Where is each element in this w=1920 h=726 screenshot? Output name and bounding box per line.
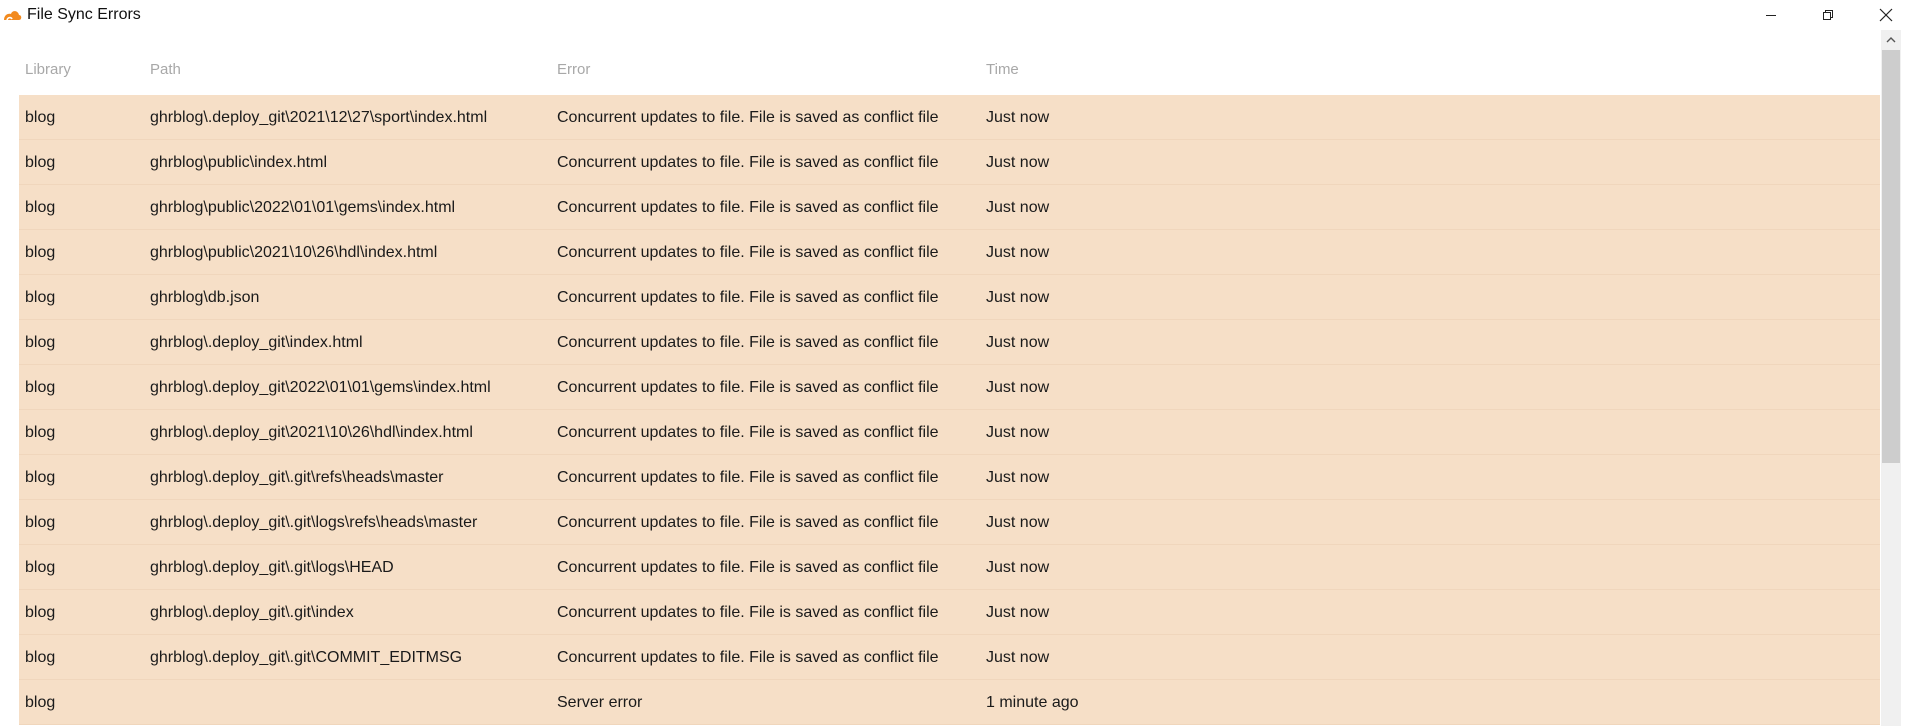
scroll-up-button[interactable] bbox=[1881, 30, 1901, 50]
table-header: Library Path Error Time bbox=[19, 57, 1880, 95]
path-cell: ghrblog\public\2022\01\01\gems\index.htm… bbox=[150, 199, 456, 216]
time-cell: Just now bbox=[986, 469, 1050, 486]
error-cell: Concurrent updates to file. File is save… bbox=[557, 424, 939, 441]
time-cell: 1 minute ago bbox=[986, 694, 1079, 711]
path-cell: ghrblog\public\2021\10\26\hdl\index.html bbox=[150, 244, 438, 261]
path-cell: ghrblog\public\index.html bbox=[150, 154, 327, 171]
scroll-thumb[interactable] bbox=[1882, 50, 1900, 463]
path-cell: ghrblog\.deploy_git\.git\index bbox=[150, 604, 354, 621]
time-cell: Just now bbox=[986, 244, 1050, 261]
vertical-scrollbar[interactable] bbox=[1881, 30, 1901, 726]
path-cell: ghrblog\db.json bbox=[150, 289, 260, 306]
table-row[interactable]: blog ghrblog\.deploy_git\2022\01\01\gems… bbox=[19, 365, 1880, 410]
path-cell: ghrblog\.deploy_git\.git\logs\refs\heads… bbox=[150, 514, 478, 531]
table-row[interactable]: blog ghrblog\.deploy_git\.git\logs\HEAD … bbox=[19, 545, 1880, 590]
time-cell: Just now bbox=[986, 424, 1050, 441]
column-header-time[interactable]: Time bbox=[986, 61, 1019, 78]
error-cell: Concurrent updates to file. File is save… bbox=[557, 289, 939, 306]
library-cell: blog bbox=[25, 109, 56, 126]
error-cell: Concurrent updates to file. File is save… bbox=[557, 334, 939, 351]
table-row[interactable]: blog Server error 1 minute ago bbox=[19, 680, 1880, 725]
close-icon bbox=[1879, 8, 1893, 22]
library-cell: blog bbox=[25, 559, 56, 576]
path-cell: ghrblog\.deploy_git\2021\10\26\hdl\index… bbox=[150, 424, 473, 441]
table-row[interactable]: blog ghrblog\public\2022\01\01\gems\inde… bbox=[19, 185, 1880, 230]
table-row[interactable]: blog ghrblog\.deploy_git\2021\10\26\hdl\… bbox=[19, 410, 1880, 455]
path-cell: ghrblog\.deploy_git\.git\logs\HEAD bbox=[150, 559, 394, 576]
library-cell: blog bbox=[25, 694, 56, 711]
library-cell: blog bbox=[25, 469, 56, 486]
seafile-cloud-icon bbox=[3, 8, 23, 22]
window-title: File Sync Errors bbox=[27, 6, 141, 23]
error-cell: Concurrent updates to file. File is save… bbox=[557, 559, 939, 576]
error-cell: Concurrent updates to file. File is save… bbox=[557, 154, 939, 171]
file-sync-errors-window: File Sync Errors Library Path Error Time bbox=[0, 0, 1920, 726]
path-cell: ghrblog\.deploy_git\2021\12\27\sport\ind… bbox=[150, 109, 488, 126]
path-cell: ghrblog\.deploy_git\.git\COMMIT_EDITMSG bbox=[150, 649, 463, 666]
table-row[interactable]: blog ghrblog\.deploy_git\index.html Conc… bbox=[19, 320, 1880, 365]
scroll-up-arrow-icon bbox=[1886, 37, 1896, 43]
table-row[interactable]: blog ghrblog\.deploy_git\.git\refs\heads… bbox=[19, 455, 1880, 500]
time-cell: Just now bbox=[986, 154, 1050, 171]
table-row[interactable]: blog ghrblog\.deploy_git\.git\index Conc… bbox=[19, 590, 1880, 635]
library-cell: blog bbox=[25, 649, 56, 666]
library-cell: blog bbox=[25, 154, 56, 171]
time-cell: Just now bbox=[986, 334, 1050, 351]
time-cell: Just now bbox=[986, 379, 1050, 396]
error-cell: Concurrent updates to file. File is save… bbox=[557, 469, 939, 486]
time-cell: Just now bbox=[986, 199, 1050, 216]
error-cell: Concurrent updates to file. File is save… bbox=[557, 244, 939, 261]
column-header-library[interactable]: Library bbox=[25, 61, 71, 78]
time-cell: Just now bbox=[986, 109, 1050, 126]
library-cell: blog bbox=[25, 334, 56, 351]
library-cell: blog bbox=[25, 604, 56, 621]
table-row[interactable]: blog ghrblog\public\index.html Concurren… bbox=[19, 140, 1880, 185]
maximize-button[interactable] bbox=[1803, 0, 1853, 30]
title-bar[interactable]: File Sync Errors bbox=[0, 0, 1920, 30]
restore-icon bbox=[1823, 10, 1833, 20]
table-row[interactable]: blog ghrblog\.deploy_git\2021\12\27\spor… bbox=[19, 95, 1880, 140]
library-cell: blog bbox=[25, 424, 56, 441]
column-header-path[interactable]: Path bbox=[150, 61, 181, 78]
error-cell: Concurrent updates to file. File is save… bbox=[557, 199, 939, 216]
error-list[interactable]: blog ghrblog\.deploy_git\2021\12\27\spor… bbox=[19, 95, 1880, 726]
table-row[interactable]: blog ghrblog\public\2021\10\26\hdl\index… bbox=[19, 230, 1880, 275]
time-cell: Just now bbox=[986, 649, 1050, 666]
library-cell: blog bbox=[25, 289, 56, 306]
error-cell: Concurrent updates to file. File is save… bbox=[557, 379, 939, 396]
path-cell: ghrblog\.deploy_git\index.html bbox=[150, 334, 363, 351]
path-cell: ghrblog\.deploy_git\2022\01\01\gems\inde… bbox=[150, 379, 491, 396]
library-cell: blog bbox=[25, 244, 56, 261]
minimize-button[interactable] bbox=[1746, 0, 1796, 30]
error-cell: Server error bbox=[557, 694, 643, 711]
table-row[interactable]: blog ghrblog\db.json Concurrent updates … bbox=[19, 275, 1880, 320]
library-cell: blog bbox=[25, 379, 56, 396]
library-cell: blog bbox=[25, 199, 56, 216]
error-cell: Concurrent updates to file. File is save… bbox=[557, 604, 939, 621]
close-button[interactable] bbox=[1861, 0, 1911, 30]
error-cell: Concurrent updates to file. File is save… bbox=[557, 649, 939, 666]
time-cell: Just now bbox=[986, 604, 1050, 621]
column-header-error[interactable]: Error bbox=[557, 61, 590, 78]
table-row[interactable]: blog ghrblog\.deploy_git\.git\logs\refs\… bbox=[19, 500, 1880, 545]
time-cell: Just now bbox=[986, 514, 1050, 531]
table-row[interactable]: blog ghrblog\.deploy_git\.git\COMMIT_EDI… bbox=[19, 635, 1880, 680]
minimize-icon bbox=[1766, 15, 1776, 16]
library-cell: blog bbox=[25, 514, 56, 531]
time-cell: Just now bbox=[986, 559, 1050, 576]
time-cell: Just now bbox=[986, 289, 1050, 306]
path-cell: ghrblog\.deploy_git\.git\refs\heads\mast… bbox=[150, 469, 444, 486]
error-cell: Concurrent updates to file. File is save… bbox=[557, 109, 939, 126]
error-cell: Concurrent updates to file. File is save… bbox=[557, 514, 939, 531]
